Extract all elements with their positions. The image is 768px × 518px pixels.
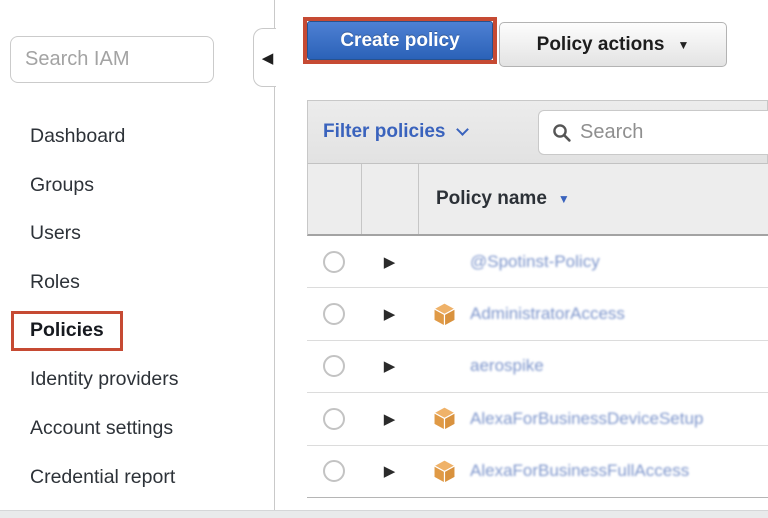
iam-console-policies-page: Dashboard Groups Users Roles Policies Id… — [0, 0, 768, 518]
sidebar-item-account-settings[interactable]: Account settings — [0, 404, 255, 453]
expand-row-icon[interactable]: ▶ — [384, 253, 396, 271]
table-row: ▶ AdministratorAccess — [307, 288, 768, 340]
expand-row-icon[interactable]: ▶ — [384, 410, 396, 428]
aws-managed-cube-icon — [433, 302, 470, 327]
radio-select-policy[interactable] — [323, 251, 345, 273]
sort-descending-icon: ▼ — [558, 192, 570, 206]
sidebar-item-policies[interactable]: Policies — [0, 307, 255, 356]
table-row: ▶ AlexaForBusinessFullAccess — [307, 446, 768, 498]
collapse-arrow-icon: ◀ — [262, 49, 274, 67]
sidebar-item-label: Dashboard — [30, 125, 125, 148]
radio-select-policy[interactable] — [323, 355, 345, 377]
policy-name-link[interactable]: AlexaForBusinessFullAccess — [470, 461, 689, 481]
radio-select-policy[interactable] — [323, 408, 345, 430]
create-policy-highlight-box: Create policy — [303, 17, 497, 64]
aws-managed-cube-icon — [433, 459, 470, 484]
expand-row-icon[interactable]: ▶ — [384, 357, 396, 375]
chevron-down-icon: ▼ — [677, 38, 689, 52]
expand-row-icon[interactable]: ▶ — [384, 462, 396, 480]
table-header: Policy name ▼ — [307, 164, 768, 236]
sidebar-item-label: Policies — [11, 311, 123, 351]
header-select-column — [308, 164, 362, 234]
sidebar-item-roles[interactable]: Roles — [0, 258, 255, 307]
sidebar-item-groups[interactable]: Groups — [0, 161, 255, 210]
radio-select-policy[interactable] — [323, 303, 345, 325]
policy-name-link[interactable]: AdministratorAccess — [470, 304, 625, 324]
table-row: ▶ aerospike — [307, 341, 768, 393]
sidebar-item-users[interactable]: Users — [0, 209, 255, 258]
policy-name-link[interactable]: @Spotinst-Policy — [470, 252, 600, 272]
filter-policies-dropdown[interactable]: Filter policies — [323, 121, 445, 143]
sidebar-item-credential-report[interactable]: Credential report — [0, 453, 255, 502]
radio-select-policy[interactable] — [323, 460, 345, 482]
table-row: ▶ AlexaForBusinessDeviceSetup — [307, 393, 768, 445]
aws-managed-cube-icon — [433, 406, 470, 431]
window-bottom-edge — [0, 510, 768, 518]
policy-actions-label: Policy actions — [537, 34, 665, 56]
sidebar-item-dashboard[interactable]: Dashboard — [0, 112, 255, 161]
create-policy-button[interactable]: Create policy — [307, 21, 493, 60]
sidebar-item-label: Account settings — [30, 417, 173, 440]
policy-name-column-label: Policy name — [436, 188, 547, 210]
header-expand-column — [362, 164, 419, 234]
sidebar-item-label: Users — [30, 222, 81, 245]
table-row: ▶ @Spotinst-Policy — [307, 236, 768, 288]
filter-bar: Filter policies — [307, 100, 768, 164]
header-policy-name[interactable]: Policy name ▼ — [419, 164, 768, 234]
chevron-down-icon[interactable] — [457, 123, 470, 136]
sidebar-item-label: Credential report — [30, 466, 175, 489]
sidebar-nav: Dashboard Groups Users Roles Policies Id… — [0, 112, 255, 502]
policy-search-box[interactable] — [538, 110, 768, 155]
sidebar-item-label: Groups — [30, 174, 94, 197]
policy-search-input[interactable] — [580, 121, 740, 144]
search-iam-input[interactable] — [10, 36, 214, 83]
expand-row-icon[interactable]: ▶ — [384, 305, 396, 323]
sidebar-item-label: Identity providers — [30, 368, 179, 391]
policy-name-link[interactable]: AlexaForBusinessDeviceSetup — [470, 409, 703, 429]
sidebar-item-identity-providers[interactable]: Identity providers — [0, 355, 255, 404]
search-icon — [552, 123, 572, 143]
sidebar-item-label: Roles — [30, 271, 80, 294]
collapse-sidebar-button[interactable]: ◀ — [253, 28, 276, 87]
policy-actions-button[interactable]: Policy actions ▼ — [499, 22, 727, 67]
policies-table: Filter policies Policy name ▼ ▶ — [307, 100, 768, 500]
policy-name-link[interactable]: aerospike — [470, 356, 544, 376]
